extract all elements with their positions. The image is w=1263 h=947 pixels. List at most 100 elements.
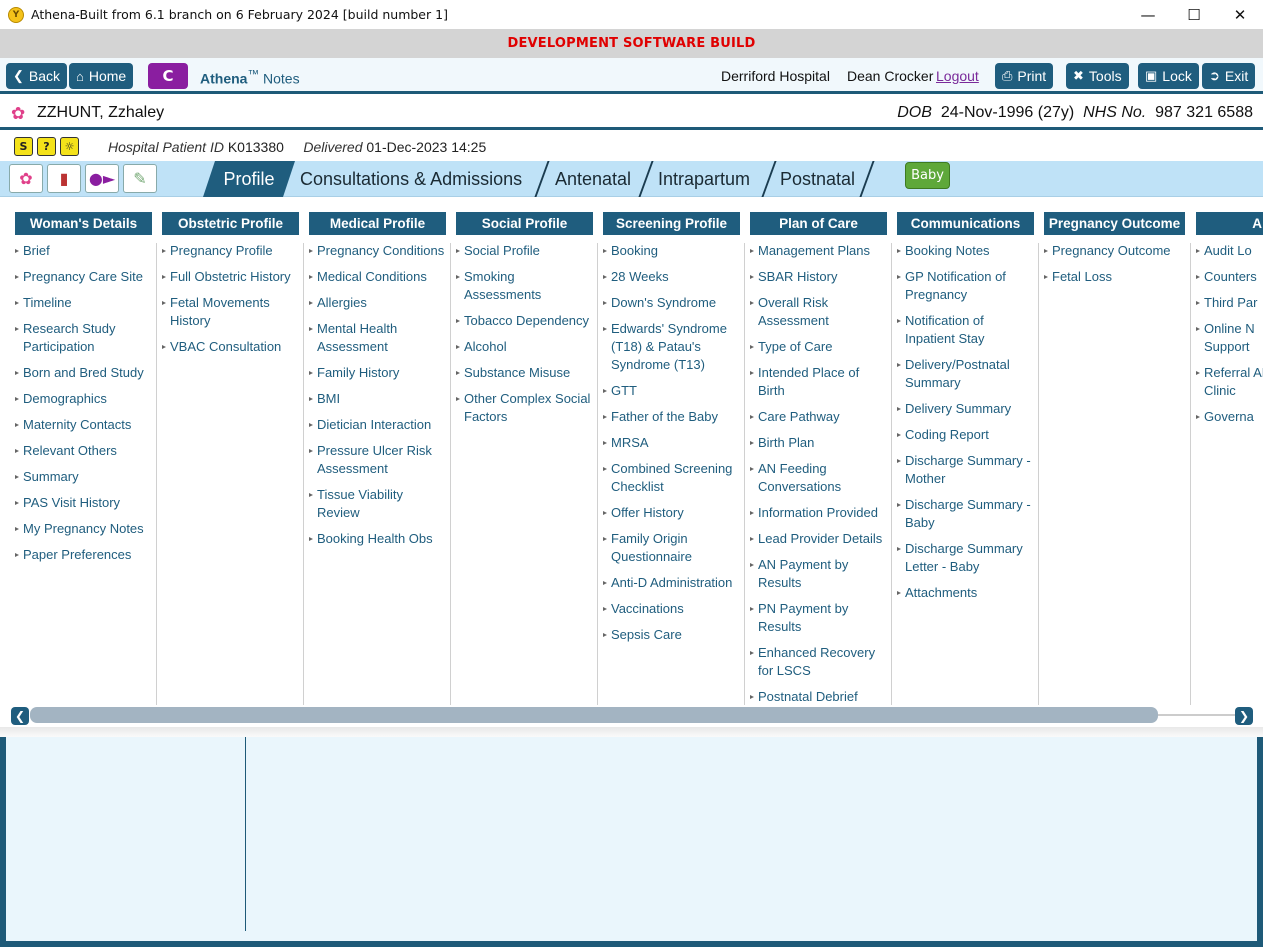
menu-item[interactable]: VBAC Consultation — [162, 338, 299, 356]
tab-intrapartum[interactable]: Intrapartum — [658, 161, 750, 197]
tab-consultations[interactable]: Consultations & Admissions — [300, 161, 522, 197]
lock-button[interactable]: ▣ Lock — [1138, 63, 1199, 89]
menu-item[interactable]: Booking — [603, 242, 740, 260]
menu-item[interactable]: Full Obstetric History — [162, 268, 299, 286]
medication-icon[interactable]: ▮ — [47, 164, 81, 193]
print-button[interactable]: ⎙ Print — [995, 63, 1054, 89]
menu-item[interactable]: Mental Health Assessment — [309, 320, 446, 356]
menu-item[interactable]: SBAR History — [750, 268, 887, 286]
menu-item[interactable]: Dietician Interaction — [309, 416, 446, 434]
menu-item[interactable]: Alcohol — [456, 338, 593, 356]
tab-postnatal[interactable]: Postnatal — [780, 161, 855, 197]
baby-button[interactable]: Baby — [905, 162, 950, 189]
menu-item[interactable]: Intended Place of Birth — [750, 364, 887, 400]
menu-item[interactable]: Sepsis Care — [603, 626, 740, 644]
minimize-icon[interactable]: — — [1125, 0, 1171, 29]
exit-button[interactable]: ➲ Exit — [1202, 63, 1256, 89]
menu-item[interactable]: Fetal Loss — [1044, 268, 1185, 286]
menu-item[interactable]: Pregnancy Profile — [162, 242, 299, 260]
menu-item[interactable]: Booking Notes — [897, 242, 1034, 260]
menu-item[interactable]: Care Pathway — [750, 408, 887, 426]
menu-item[interactable]: Discharge Summary - Baby — [897, 496, 1034, 532]
menu-item[interactable]: Referral AN Clinic — [1196, 364, 1263, 400]
menu-item[interactable]: Allergies — [309, 294, 446, 312]
tab-profile[interactable]: Profile — [203, 161, 295, 197]
back-button[interactable]: ❮ Back — [6, 63, 68, 89]
menu-item[interactable]: Enhanced Recovery for LSCS — [750, 644, 887, 680]
scroll-right-icon[interactable]: ❯ — [1235, 707, 1253, 725]
menu-item[interactable]: Combined Screening Checklist — [603, 460, 740, 496]
menu-item[interactable]: 28 Weeks — [603, 268, 740, 286]
menu-item[interactable]: Governa — [1196, 408, 1263, 426]
menu-item[interactable]: BMI — [309, 390, 446, 408]
menu-item[interactable]: Management Plans — [750, 242, 887, 260]
help-icon[interactable]: ? — [37, 137, 56, 156]
menu-item[interactable]: Overall Risk Assessment — [750, 294, 887, 330]
menu-item[interactable]: Medical Conditions — [309, 268, 446, 286]
menu-item[interactable]: PAS Visit History — [15, 494, 152, 512]
menu-item[interactable]: Relevant Others — [15, 442, 152, 460]
menu-item[interactable]: Birth Plan — [750, 434, 887, 452]
menu-item[interactable]: Tissue Viability Review — [309, 486, 446, 522]
menu-item[interactable]: Pregnancy Conditions — [309, 242, 446, 260]
menu-item[interactable]: Edwards' Syndrome (T18) & Patau's Syndro… — [603, 320, 740, 374]
menu-item[interactable]: MRSA — [603, 434, 740, 452]
tab-antenatal[interactable]: Antenatal — [555, 161, 631, 197]
menu-item[interactable]: Discharge Summary Letter - Baby — [897, 540, 1034, 576]
close-icon[interactable]: ✕ — [1217, 0, 1263, 29]
menu-item[interactable]: Lead Provider Details — [750, 530, 887, 548]
menu-item[interactable]: Online N Support — [1196, 320, 1263, 356]
mother-baby-icon[interactable]: ●► — [85, 164, 119, 193]
menu-item[interactable]: Type of Care — [750, 338, 887, 356]
menu-item[interactable]: AN Feeding Conversations — [750, 460, 887, 496]
menu-item[interactable]: Pregnancy Care Site — [15, 268, 152, 286]
maximize-icon[interactable]: ☐ — [1171, 0, 1217, 29]
menu-item[interactable]: Social Profile — [456, 242, 593, 260]
flower-tool-icon[interactable]: ✿ — [9, 164, 43, 193]
scroll-left-icon[interactable]: ❮ — [11, 707, 29, 725]
menu-item[interactable]: Delivery Summary — [897, 400, 1034, 418]
menu-item[interactable]: Maternity Contacts — [15, 416, 152, 434]
menu-item[interactable]: Counters — [1196, 268, 1263, 286]
menu-item[interactable]: GTT — [603, 382, 740, 400]
menu-item[interactable]: Offer History — [603, 504, 740, 522]
menu-item[interactable]: Research Study Participation — [15, 320, 152, 356]
menu-item[interactable]: Substance Misuse — [456, 364, 593, 382]
menu-item[interactable]: Vaccinations — [603, 600, 740, 618]
menu-item[interactable]: Born and Bred Study — [15, 364, 152, 382]
menu-item[interactable]: Timeline — [15, 294, 152, 312]
c-button[interactable]: C — [148, 63, 188, 89]
menu-item[interactable]: Booking Health Obs — [309, 530, 446, 548]
menu-item[interactable]: Brief — [15, 242, 152, 260]
horizontal-scrollbar[interactable]: ❮ ❯ — [0, 705, 1263, 727]
menu-item[interactable]: Attachments — [897, 584, 1034, 602]
menu-item[interactable]: AN Payment by Results — [750, 556, 887, 592]
notes-icon[interactable]: ✎ — [123, 164, 157, 193]
tools-button[interactable]: ✖ Tools — [1066, 63, 1129, 89]
menu-item[interactable]: Paper Preferences — [15, 546, 152, 564]
menu-item[interactable]: My Pregnancy Notes — [15, 520, 152, 538]
menu-item[interactable]: Postnatal Debrief — [750, 688, 887, 705]
menu-item[interactable]: Smoking Assessments — [456, 268, 593, 304]
menu-item[interactable]: Delivery/Postnatal Summary — [897, 356, 1034, 392]
menu-item[interactable]: Pregnancy Outcome — [1044, 242, 1185, 260]
menu-item[interactable]: Fetal Movements History — [162, 294, 299, 330]
menu-item[interactable]: Down's Syndrome — [603, 294, 740, 312]
scroll-thumb[interactable] — [30, 707, 1158, 723]
menu-item[interactable]: Discharge Summary - Mother — [897, 452, 1034, 488]
menu-item[interactable]: Third Par — [1196, 294, 1263, 312]
menu-item[interactable]: Tobacco Dependency — [456, 312, 593, 330]
alert-icon[interactable]: ☼ — [60, 137, 79, 156]
menu-item[interactable]: Other Complex Social Factors — [456, 390, 593, 426]
sticker-icon[interactable]: S — [14, 137, 33, 156]
menu-item[interactable]: Demographics — [15, 390, 152, 408]
menu-item[interactable]: Information Provided — [750, 504, 887, 522]
menu-item[interactable]: Summary — [15, 468, 152, 486]
menu-item[interactable]: Anti-D Administration — [603, 574, 740, 592]
logout-link[interactable]: Logout — [936, 68, 979, 84]
menu-item[interactable]: Father of the Baby — [603, 408, 740, 426]
menu-item[interactable]: GP Notification of Pregnancy — [897, 268, 1034, 304]
home-button[interactable]: ⌂ Home — [69, 63, 134, 89]
menu-item[interactable]: Audit Lo — [1196, 242, 1263, 260]
menu-item[interactable]: Pressure Ulcer Risk Assessment — [309, 442, 446, 478]
